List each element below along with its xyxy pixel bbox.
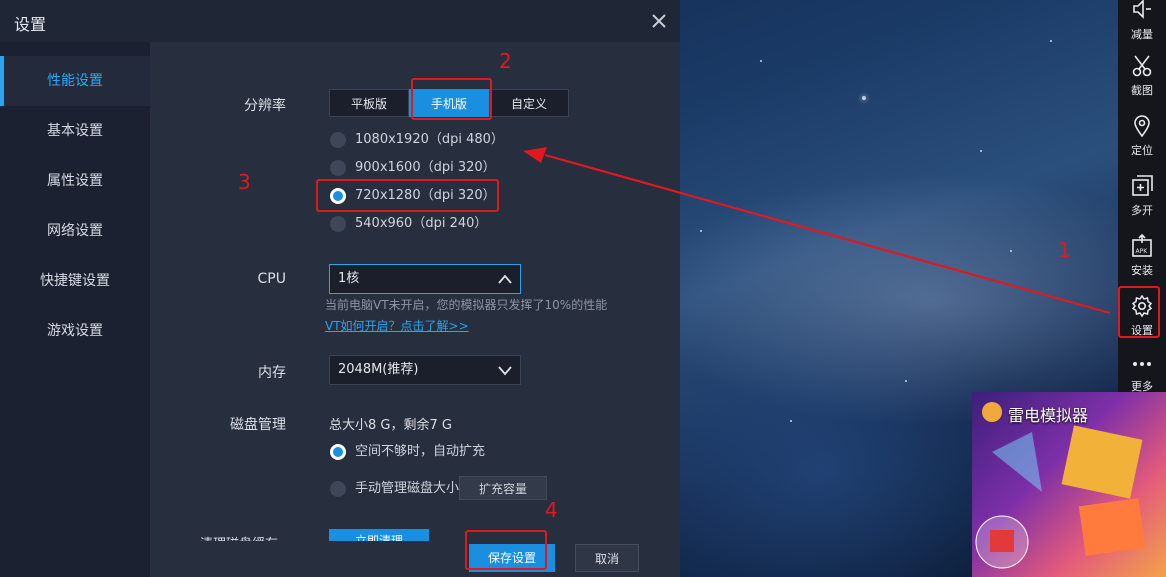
annotation-number-2: 2: [499, 49, 512, 73]
annotation-number-3: 3: [238, 170, 251, 194]
annotation-number-4: 4: [545, 498, 558, 522]
annotation-number-1: 1: [1058, 238, 1071, 262]
annotation-arrow: [523, 147, 1111, 315]
